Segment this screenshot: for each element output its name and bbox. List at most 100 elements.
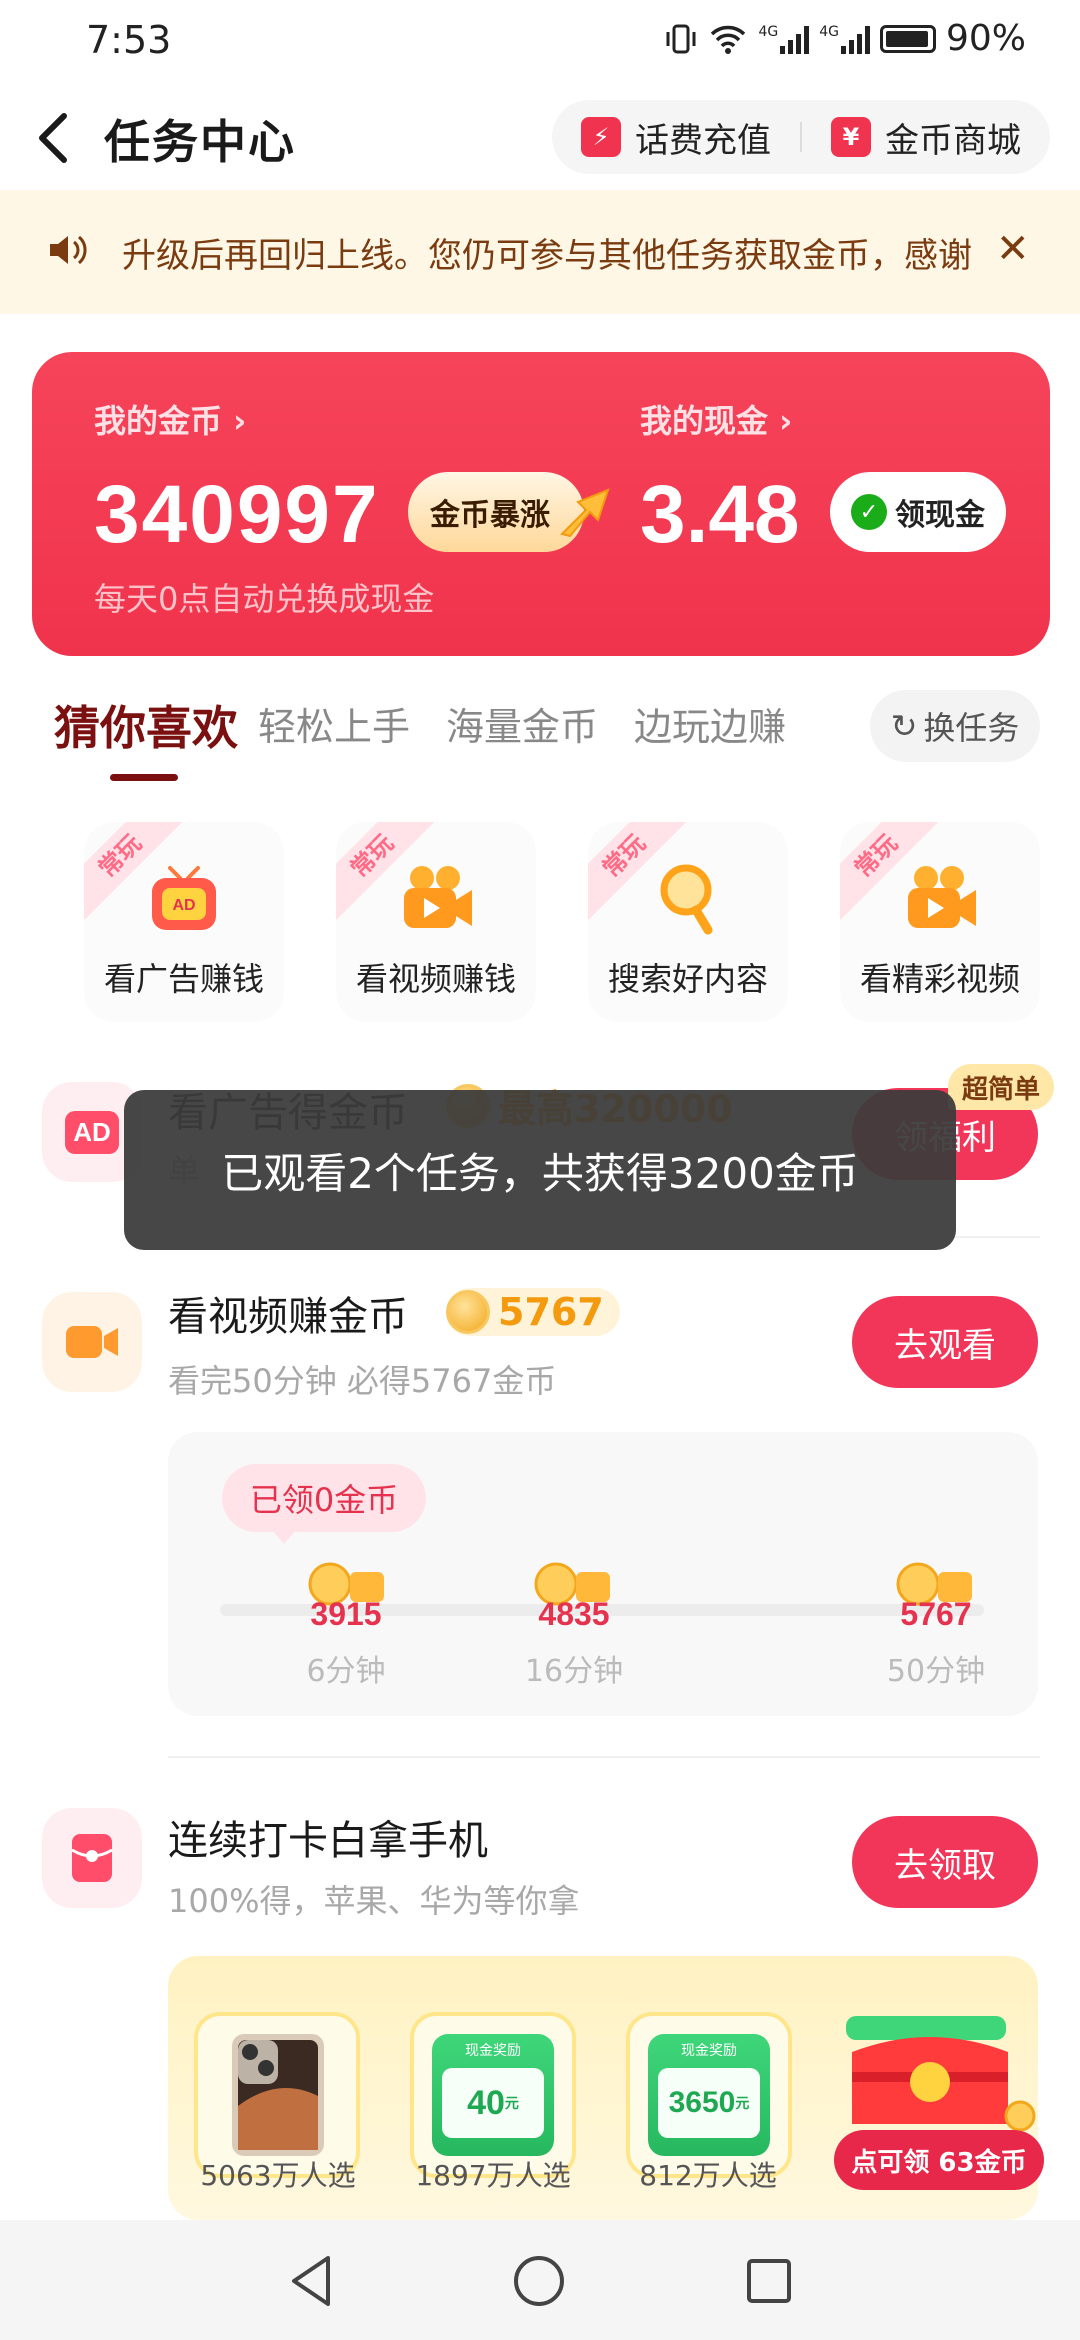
up-arrow-icon [560,488,610,538]
tab-easy-start[interactable]: 轻松上手 [258,696,410,751]
page-title: 任务中心 [104,115,296,169]
checkin-task-icon [42,1808,142,1908]
swap-tasks-label: 换任务 [923,709,1020,747]
cash-reward-title: 现金奖励 [681,2043,737,2059]
system-nav-bar [0,2220,1080,2340]
go-claim-button[interactable]: 去领取 [852,1816,1038,1908]
wifi-icon [711,25,746,54]
category-label: 搜索好内容 [607,960,768,998]
phone-topup-label: 话费充值 [635,120,771,161]
checkin-task-title: 连续打卡白拿手机 [168,1818,488,1864]
coin-mall-label: 金币商城 [885,120,1021,161]
speaker-icon [50,235,87,265]
video-camera-icon [908,866,976,928]
battery-icon [879,24,936,53]
tab-massive-coins[interactable]: 海量金币 [446,696,598,751]
svg-text:AD: AD [172,897,195,914]
signal-1: 4G [758,24,810,54]
prize-caption: 5063万人选 [200,2159,356,2192]
cash-amount: 40 [467,2083,505,2122]
category-exciting-videos[interactable]: 常玩 看精彩视频 [840,822,1040,1022]
swap-tasks-button[interactable]: ↻ 换任务 [870,690,1040,762]
video-camera-icon [66,1326,118,1358]
tv-ad-icon: AD [152,866,216,930]
claimed-pill-pointer [272,1530,296,1544]
video-camera-icon [404,866,472,928]
notice-bar: 升级后再回归上线。您仍可参与其他任务获取金币，感谢 ✕ [0,190,1080,314]
signal-bars-icon [780,24,810,54]
red-packet-icon [71,1834,113,1882]
category-label: 看精彩视频 [859,960,1020,998]
cash-value: 3.48 [640,469,800,560]
coins-value: 340997 [94,469,380,560]
network-type-2: 4G [819,23,839,40]
cash-reward-title: 现金奖励 [465,2043,521,2059]
divider [168,1756,1040,1758]
my-cash-link[interactable]: 我的现金 › [640,396,792,442]
category-search-content[interactable]: 常玩 搜索好内容 [588,822,788,1022]
claimed-coins-pill: 已领0金币 [222,1464,426,1532]
phone-icon [232,2034,324,2156]
tab-guess-you-like[interactable]: 猜你喜欢 [54,692,238,758]
video-task-icon [42,1292,142,1392]
vibrate-icon [666,24,696,53]
notice-text: 升级后再回归上线。您仍可参与其他任务获取金币，感谢 [122,236,972,276]
category-label: 看广告赚钱 [103,960,264,998]
refresh-icon: ↻ [890,707,918,745]
claim-coins-pill[interactable]: 点可领 63金币 [834,2130,1044,2190]
header-shortcuts: ⚡ 话费充值 ¥ 金币商城 [552,100,1050,174]
back-button[interactable] [30,108,78,168]
go-watch-button[interactable]: 去观看 [852,1296,1038,1388]
video-task-sub: 看完50分钟 必得5767金币 [168,1362,557,1400]
go-watch-label: 去观看 [894,1325,996,1366]
checkin-task-sub: 100%得，苹果、华为等你拿 [168,1882,580,1920]
wallet-subtitle: 每天0点自动兑换成现金 [94,580,435,618]
chevron-left-icon [39,113,67,163]
cash-unit: 元 [504,2095,519,2111]
my-coins-link[interactable]: 我的金币 › [94,396,246,442]
milestone-amount-3: 5767 [900,1596,972,1632]
magnifier-icon [660,864,713,935]
nav-home-icon[interactable] [512,2254,566,2308]
nav-back-icon[interactable] [286,2254,336,2308]
cash-reward-amount: 40 元 [442,2068,544,2138]
status-icons: 4G 4G 90% [664,18,1026,59]
signal-2: 4G [819,24,870,54]
prize-caption: 812万人选 [639,2159,777,2192]
cash-amount: 3650 [668,2086,736,2119]
super-easy-badge: 超简单 [948,1064,1055,1110]
cash-reward-card: 现金奖励 40 元 [432,2034,554,2156]
claim-cash-label: 领现金 [895,498,985,533]
tab-play-and-earn[interactable]: 边玩边赚 [634,696,786,751]
lightning-icon: ⚡ [581,117,621,157]
active-tab-indicator [110,774,178,781]
video-task-badge: 5767 [446,1288,620,1336]
coin-mall-button[interactable]: ¥ 金币商城 [802,113,1050,162]
video-task-title: 看视频赚金币 [168,1294,408,1340]
signal-bars-icon [840,24,870,54]
toast-message: 已观看2个任务，共获得3200金币 [124,1090,956,1250]
nav-recents-icon[interactable] [744,2256,794,2306]
prize-caption: 1897万人选 [415,2159,571,2192]
category-label: 看视频赚钱 [355,960,516,998]
milestone-time-1: 6分钟 [306,1654,386,1689]
prize-chest[interactable] [842,2012,1038,2132]
mall-yen-icon: ¥ [831,117,871,157]
coin-boost-label: 金币暴涨 [430,498,550,533]
phone-topup-button[interactable]: ⚡ 话费充值 [552,113,800,162]
wechat-icon: ✓ [851,494,887,530]
battery-percent: 90% [945,18,1026,59]
treasure-chest-icon [846,2016,1036,2132]
milestone-amount-2: 4835 [538,1596,610,1632]
cash-unit: 元 [735,2095,750,2111]
close-icon[interactable]: ✕ [996,226,1030,272]
status-time: 7:53 [86,18,172,62]
milestone-time-2: 16分钟 [524,1654,624,1689]
category-watch-ads[interactable]: 常玩 AD 看广告赚钱 [84,822,284,1022]
cash-reward-amount: 3650 元 [658,2068,760,2138]
claim-cash-button[interactable]: ✓ 领现金 [830,472,1006,552]
video-task-amount: 5767 [498,1290,604,1334]
cash-reward-card: 现金奖励 3650 元 [648,2034,770,2156]
category-watch-videos[interactable]: 常玩 看视频赚钱 [336,822,536,1022]
coin-icon [446,1290,490,1334]
